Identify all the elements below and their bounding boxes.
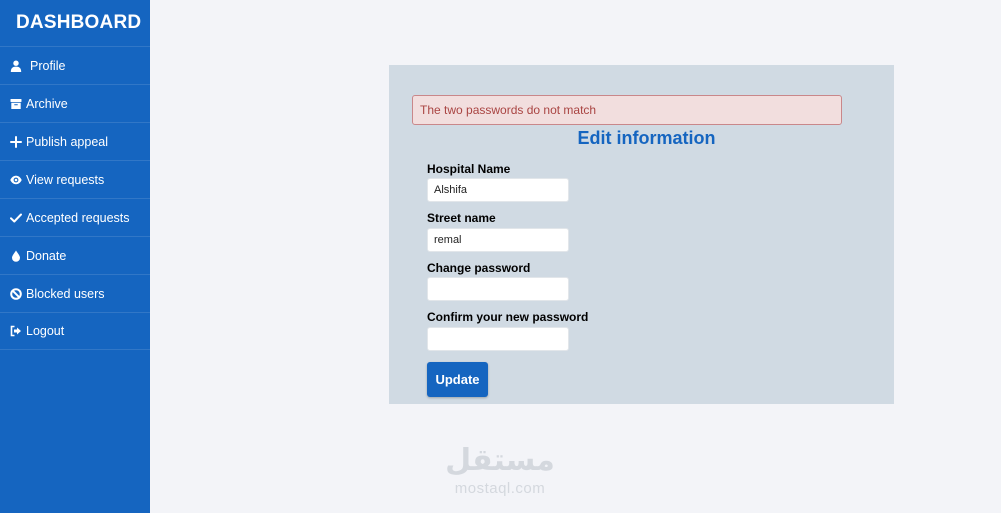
sidebar-item-logout[interactable]: Logout [0,312,150,350]
confirm-password-input[interactable] [427,327,569,351]
hospital-name-label: Hospital Name [427,162,511,176]
sidebar-item-label: Archive [26,96,68,111]
watermark-logo: مستقل [445,443,555,478]
form-title: Edit information [577,128,716,148]
check-icon [10,212,22,224]
sidebar-item-donate[interactable]: Donate [0,236,150,274]
ban-icon [10,287,22,300]
sidebar-item-accepted-requests[interactable]: Accepted requests [0,198,150,236]
hospital-name-input[interactable] [427,178,569,202]
user-icon [10,60,22,72]
archive-icon [10,98,22,110]
mostaql-watermark: مستقل mostaql.com [425,442,575,497]
edit-information-panel: The two passwords do not match Edit info… [389,65,894,404]
change-password-input[interactable] [427,277,569,301]
sidebar-item-publish-appeal[interactable]: Publish appeal [0,122,150,160]
sidebar: DASHBOARD Profile Archive Publish appeal… [0,0,150,513]
change-password-label: Change password [427,261,531,275]
sidebar-item-profile[interactable]: Profile [0,46,150,84]
street-name-input[interactable] [427,228,569,252]
eye-icon [10,174,22,186]
sidebar-item-label: View requests [26,172,105,187]
sidebar-item-label: Blocked users [26,286,105,301]
sidebar-item-archive[interactable]: Archive [0,84,150,122]
sidebar-item-label: Accepted requests [26,210,130,225]
street-name-label: Street name [427,211,496,225]
password-mismatch-alert: The two passwords do not match [412,95,842,125]
watermark-text: mostaql.com [454,480,546,497]
sidebar-item-label: Profile [30,58,66,73]
sign-out-icon [10,325,22,337]
sidebar-nav: Profile Archive Publish appeal View requ… [0,46,150,350]
sidebar-item-blocked-users[interactable]: Blocked users [0,274,150,312]
confirm-password-label: Confirm your new password [427,310,589,324]
dashboard-title: DASHBOARD [16,12,142,33]
sidebar-item-label: Donate [26,248,67,263]
plus-icon [10,135,22,148]
update-button[interactable]: Update [427,362,488,397]
sidebar-item-label: Logout [26,324,65,338]
drop-icon [10,250,22,262]
sidebar-item-view-requests[interactable]: View requests [0,160,150,198]
sidebar-item-label: Publish appeal [26,134,109,149]
